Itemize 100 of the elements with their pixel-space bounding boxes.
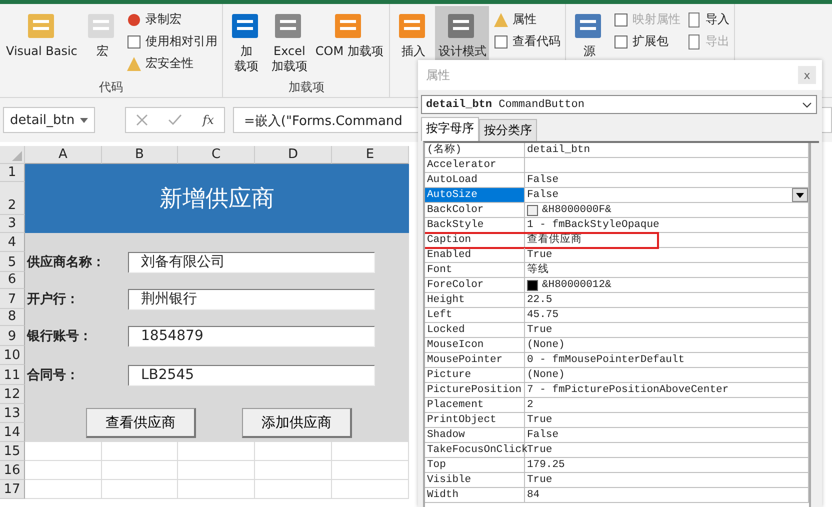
property-name[interactable]: Accelerator xyxy=(425,158,525,173)
property-value[interactable]: 2 xyxy=(527,398,534,412)
sheet-cell[interactable] xyxy=(25,461,102,480)
column-header[interactable]: E xyxy=(332,146,409,164)
row-header[interactable]: 15 xyxy=(0,442,25,461)
ribbon-button[interactable]: 扩展包 xyxy=(611,32,682,51)
sheet-cell[interactable] xyxy=(25,480,102,499)
property-value[interactable]: 7 - fmPicturePositionAboveCenter xyxy=(527,383,729,397)
property-name[interactable]: Picture xyxy=(425,368,525,383)
property-name[interactable]: Left xyxy=(425,308,525,323)
property-name[interactable]: MouseIcon xyxy=(425,338,525,353)
sheet-cell[interactable] xyxy=(178,461,255,480)
sheet-cell[interactable] xyxy=(102,480,178,499)
row-header[interactable]: 16 xyxy=(0,461,25,480)
ribbon-button[interactable]: 录制宏 xyxy=(124,10,220,29)
property-name[interactable]: TakeFocusOnClick xyxy=(425,443,525,458)
form-button[interactable]: 添加供应商 xyxy=(242,408,352,438)
row-header[interactable]: 6 xyxy=(0,272,25,289)
form-button[interactable]: 查看供应商 xyxy=(86,408,196,438)
property-name[interactable]: Visible xyxy=(425,473,525,488)
text-field[interactable]: 1854879 xyxy=(128,326,375,347)
property-value[interactable]: True xyxy=(527,413,552,427)
property-value[interactable]: (None) xyxy=(527,368,565,382)
row-header[interactable]: 8 xyxy=(0,309,25,326)
property-value[interactable]: 0 - fmMousePointerDefault xyxy=(527,353,685,367)
row-header[interactable]: 12 xyxy=(0,385,25,404)
property-name[interactable]: BackStyle xyxy=(425,218,525,233)
property-name[interactable]: BackColor xyxy=(425,203,525,218)
ribbon-button[interactable]: 宏安全性 xyxy=(124,54,220,73)
sheet-cell[interactable] xyxy=(102,461,178,480)
row-header[interactable]: 5 xyxy=(0,252,25,272)
property-value[interactable]: 等线 xyxy=(527,263,549,277)
row-header[interactable]: 4 xyxy=(0,233,25,252)
tab[interactable]: 按分类序 xyxy=(479,119,537,141)
row-header[interactable]: 10 xyxy=(0,346,25,365)
property-value[interactable]: False xyxy=(527,173,559,187)
property-name[interactable]: Shadow xyxy=(425,428,525,443)
property-value[interactable]: True xyxy=(527,323,552,337)
column-header[interactable]: B xyxy=(102,146,178,164)
property-name[interactable]: (名称) xyxy=(425,143,525,158)
row-header[interactable]: 3 xyxy=(0,215,25,233)
property-value[interactable]: False xyxy=(527,428,559,442)
property-name[interactable]: PicturePosition xyxy=(425,383,525,398)
property-name[interactable]: AutoSize xyxy=(425,188,525,203)
scrollbar[interactable] xyxy=(809,143,819,507)
sheet-cell[interactable] xyxy=(332,480,409,499)
ribbon-button[interactable]: 导入 xyxy=(684,10,732,29)
property-value[interactable]: &H8000000F& xyxy=(542,203,612,217)
column-header[interactable]: C xyxy=(178,146,255,164)
sheet-cell[interactable] xyxy=(255,461,332,480)
property-value[interactable]: 22.5 xyxy=(527,293,552,307)
column-header[interactable]: D xyxy=(255,146,332,164)
object-dropdown[interactable]: detail_btn CommandButton xyxy=(421,95,817,114)
property-name[interactable]: PrintObject xyxy=(425,413,525,428)
dropdown-button[interactable] xyxy=(792,188,808,202)
row-header[interactable]: 2 xyxy=(0,182,25,215)
tab[interactable]: 按字母序 xyxy=(421,117,479,141)
property-value[interactable]: True xyxy=(527,473,552,487)
ribbon-button[interactable]: 使用相对引用 xyxy=(124,32,220,51)
sheet-cell[interactable] xyxy=(178,480,255,499)
property-name[interactable]: Locked xyxy=(425,323,525,338)
property-value[interactable]: detail_btn xyxy=(527,143,590,157)
property-name[interactable]: Width xyxy=(425,488,525,503)
property-value[interactable]: &H80000012& xyxy=(542,278,612,292)
sheet-cell[interactable] xyxy=(332,461,409,480)
select-all-corner[interactable] xyxy=(0,146,25,164)
ribbon-button[interactable]: 加 载项 xyxy=(226,6,266,79)
empty-value-cell[interactable] xyxy=(525,158,809,173)
property-value[interactable]: 179.25 xyxy=(527,458,565,472)
column-header[interactable]: A xyxy=(25,146,102,164)
name-box[interactable]: detail_btn xyxy=(3,107,95,133)
row-header[interactable]: 9 xyxy=(0,326,25,346)
property-value[interactable]: True xyxy=(527,248,552,262)
property-name[interactable]: Height xyxy=(425,293,525,308)
text-field[interactable]: LB2545 xyxy=(128,365,375,386)
text-field[interactable]: 刘备有限公司 xyxy=(128,252,375,273)
ribbon-button[interactable]: Excel 加载项 xyxy=(268,6,310,79)
ribbon-button[interactable]: 属性 xyxy=(491,10,562,29)
property-name[interactable]: Font xyxy=(425,263,525,278)
function-button[interactable]: fx xyxy=(202,113,214,127)
property-value[interactable]: 45.75 xyxy=(527,308,559,322)
cancel-icon[interactable] xyxy=(136,114,148,126)
property-name[interactable]: Caption xyxy=(425,233,525,248)
property-value[interactable]: True xyxy=(527,443,552,457)
property-name[interactable]: ForeColor xyxy=(425,278,525,293)
row-header[interactable]: 1 xyxy=(0,164,25,182)
ribbon-button[interactable]: COM 加载项 xyxy=(312,6,386,79)
property-name[interactable]: Top xyxy=(425,458,525,473)
row-header[interactable]: 13 xyxy=(0,404,25,423)
ribbon-button[interactable]: Visual Basic xyxy=(3,6,80,79)
ribbon-button[interactable]: 宏 xyxy=(82,6,122,79)
close-button[interactable]: x xyxy=(798,66,816,84)
property-name[interactable]: Placement xyxy=(425,398,525,413)
property-name[interactable]: MousePointer xyxy=(425,353,525,368)
sheet-cell[interactable] xyxy=(255,480,332,499)
row-header[interactable]: 17 xyxy=(0,480,25,499)
row-header[interactable]: 7 xyxy=(0,289,25,309)
check-icon[interactable] xyxy=(168,114,182,126)
property-value[interactable]: False xyxy=(527,188,559,202)
property-value[interactable]: (None) xyxy=(527,338,565,352)
